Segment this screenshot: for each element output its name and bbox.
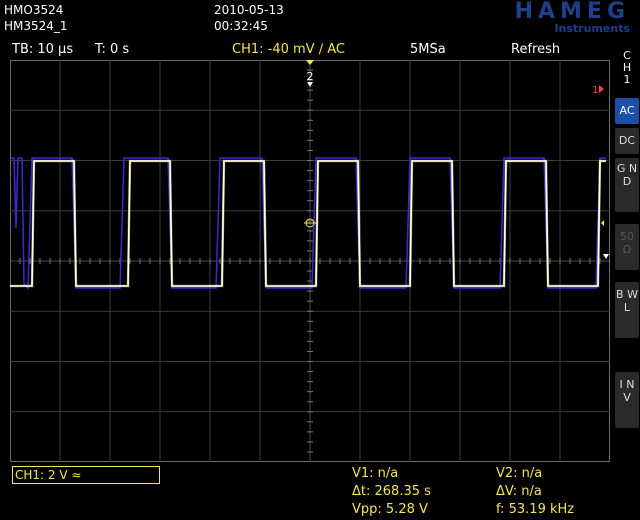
waveform-display: 2 1 1 <box>10 60 610 462</box>
side-menu: C H 1 AC DC G N D 50 Ω B W L I N V <box>614 46 640 520</box>
measure-frequency: f: 53.19 kHz <box>496 502 575 517</box>
coupling-gnd-button[interactable]: G N D <box>615 158 639 212</box>
trigger-position-marker[interactable] <box>306 60 314 65</box>
status-bar: TB: 10 µs T: 0 s CH1: -40 mV ∕ AC 5MSa R… <box>0 40 614 60</box>
coupling-ac-button[interactable]: AC <box>615 98 639 124</box>
device-name: HM3524_1 <box>4 19 68 33</box>
measure-vpp: Vpp: 5.28 V <box>352 502 428 517</box>
right-scroll-down-icon[interactable] <box>603 254 609 259</box>
date: 2010-05-13 <box>214 3 284 17</box>
header-bar: HMO3524 HM3524_1 2010-05-13 00:32:45 HAM… <box>0 0 640 40</box>
channel-title-1: 1 <box>623 73 631 86</box>
trigger-time[interactable]: T: 0 s <box>95 42 129 57</box>
impedance-50ohm-button[interactable]: 50 Ω <box>615 224 639 270</box>
channel-menu-title: C H 1 <box>614 50 640 86</box>
time: 00:32:45 <box>214 19 268 33</box>
brand-name: HAMEG <box>514 0 630 24</box>
coupling-dc-button[interactable]: DC <box>615 128 639 154</box>
cursor-delta-t: Δt: 268.35 s <box>352 484 431 499</box>
trigger-position-label: 2 <box>307 70 314 83</box>
bandwidth-limit-button[interactable]: B W L <box>615 282 639 338</box>
invert-button[interactable]: I N V <box>615 372 639 428</box>
cursor-v1: V1: n/a <box>352 466 399 481</box>
cursor-v2: V2: n/a <box>496 466 543 481</box>
ch1-right-marker-icon[interactable] <box>599 85 604 93</box>
ch1-right-marker-label: 1 <box>592 85 598 96</box>
trigger-setting[interactable]: CH1: -40 mV ∕ AC <box>232 42 345 57</box>
model-name: HMO3524 <box>4 3 64 17</box>
sample-rate: 5MSa <box>410 42 446 57</box>
ch1-setting-box[interactable]: CH1: 2 V ≈ <box>12 466 160 484</box>
timebase[interactable]: TB: 10 µs <box>12 42 73 57</box>
graticule <box>10 60 610 462</box>
acquisition-mode[interactable]: Refresh <box>511 42 560 57</box>
trigger-arrow-icon <box>307 82 313 87</box>
brand-logo: HAMEG Instruments <box>515 0 630 35</box>
measurement-bar: CH1: 2 V ≈ V1: n/a V2: n/a Δt: 268.35 s … <box>0 462 614 520</box>
cursor-delta-v: ΔV: n/a <box>496 484 542 499</box>
right-level-marker-icon <box>601 220 604 226</box>
